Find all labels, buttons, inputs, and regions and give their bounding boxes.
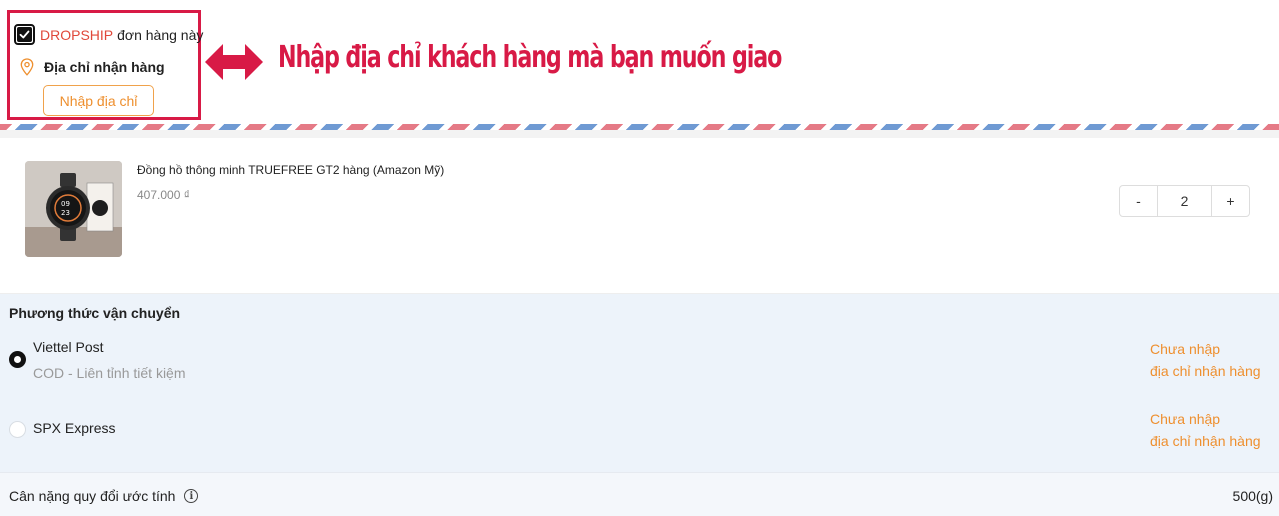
weight-value: 500(g) [1232, 488, 1273, 504]
svg-text:09: 09 [61, 200, 70, 208]
address-heading: Địa chỉ nhận hàng [20, 58, 165, 76]
dropship-word: DROPSHIP [40, 26, 114, 43]
svg-text:23: 23 [61, 209, 70, 217]
product-row: 09 23 Đồng hồ thông minh TRUEFREE GT2 hà… [0, 138, 1279, 294]
dropship-toggle[interactable]: DROPSHIP đơn hàng này [14, 24, 203, 45]
increase-quantity-button[interactable]: + [1212, 186, 1249, 216]
product-image: 09 23 [25, 161, 122, 257]
product-price: 407.000 ₫ [137, 188, 190, 202]
double-arrow-icon [205, 44, 263, 80]
dropship-label: đơn hàng này [117, 26, 204, 43]
carrier-warning-spx: Chưa nhập địa chỉ nhận hàng [1150, 408, 1261, 452]
address-label: Địa chỉ nhận hàng [44, 59, 165, 75]
carrier-detail-viettel: COD - Liên tỉnh tiết kiệm [33, 365, 186, 381]
annotation-text: Nhập địa chỉ khách hàng mà bạn muốn giao [278, 40, 782, 75]
warning-line: Chưa nhập [1150, 411, 1221, 427]
radio-spx-express[interactable] [9, 421, 26, 438]
quantity-stepper: - 2 + [1119, 185, 1250, 217]
location-pin-icon [20, 58, 34, 76]
weight-label: Cân nặng quy đổi ước tính [9, 488, 176, 504]
check-icon [17, 27, 32, 42]
dropship-section: DROPSHIP đơn hàng này Địa chỉ nhận hàng … [0, 0, 1279, 130]
carrier-warning-viettel: Chưa nhập địa chỉ nhận hàng [1150, 338, 1261, 382]
weight-row: Cân nặng quy đổi ước tính i 500(g) [0, 472, 1279, 516]
carrier-name-spx[interactable]: SPX Express [33, 420, 115, 436]
quantity-value[interactable]: 2 [1157, 186, 1212, 216]
product-name[interactable]: Đồng hồ thông minh TRUEFREE GT2 hàng (Am… [137, 163, 444, 177]
radio-viettel-post[interactable] [9, 351, 26, 368]
weight-label-group: Cân nặng quy đổi ước tính i [9, 488, 199, 504]
enter-address-button[interactable]: Nhập địa chỉ [43, 85, 154, 116]
shipping-title: Phương thức vận chuyển [9, 305, 181, 321]
warning-line: địa chỉ nhận hàng [1150, 363, 1261, 379]
info-icon[interactable]: i [184, 489, 199, 503]
section-divider [0, 130, 1279, 138]
shipping-methods: Phương thức vận chuyển Viettel Post COD … [0, 294, 1279, 472]
carrier-name-viettel[interactable]: Viettel Post [33, 339, 104, 355]
warning-line: địa chỉ nhận hàng [1150, 433, 1261, 449]
warning-line: Chưa nhập [1150, 341, 1221, 357]
decrease-quantity-button[interactable]: - [1120, 186, 1157, 216]
dropship-checkbox[interactable] [14, 24, 35, 45]
